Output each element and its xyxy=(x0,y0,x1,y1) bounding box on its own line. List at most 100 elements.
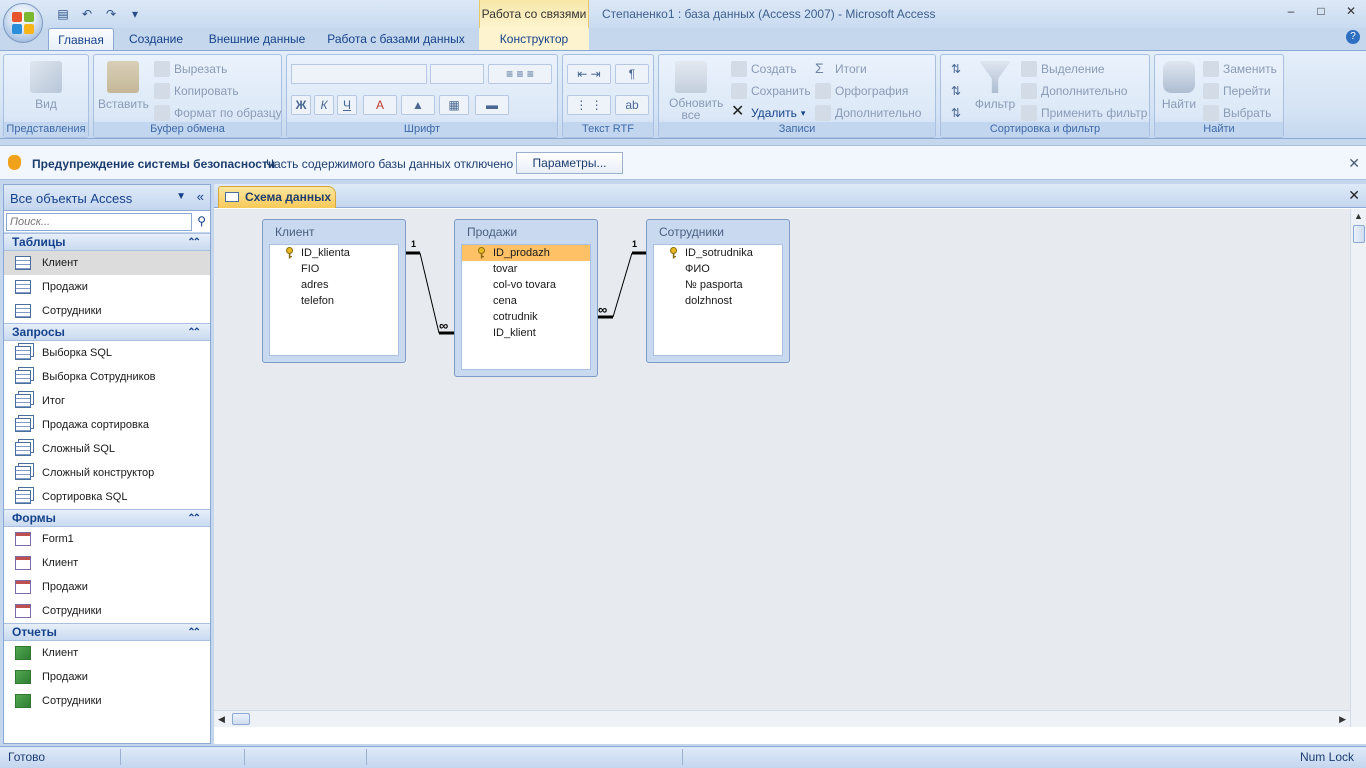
save-icon[interactable]: ▤ xyxy=(54,5,72,23)
close-button[interactable]: ✕ xyxy=(1336,0,1366,22)
field-row[interactable]: col-vo tovara xyxy=(462,277,590,293)
scroll-thumb[interactable] xyxy=(1353,225,1365,243)
goto-button[interactable]: Перейти xyxy=(1203,83,1271,99)
field-row[interactable]: adres xyxy=(270,277,398,293)
align-buttons[interactable]: ≡ ≡ ≡ xyxy=(488,64,552,84)
bold-button[interactable]: Ж xyxy=(291,95,311,115)
highlight-icon[interactable]: ab xyxy=(615,95,649,115)
collapse-pane-icon[interactable]: « xyxy=(197,189,204,204)
find-button[interactable]: Найти xyxy=(1157,61,1201,111)
paragraph-icon[interactable]: ¶ xyxy=(615,64,649,84)
minimize-button[interactable]: – xyxy=(1276,0,1306,22)
scroll-left-icon[interactable]: ◀ xyxy=(218,714,225,725)
spelling-button[interactable]: Орфография xyxy=(815,83,908,99)
tab-create[interactable]: Создание xyxy=(122,28,190,50)
options-button[interactable]: Параметры... xyxy=(516,152,623,174)
nav-item[interactable]: Сотрудники xyxy=(4,299,210,323)
view-button[interactable]: Вид xyxy=(22,61,70,111)
relationships-canvas[interactable]: 1 ∞ 1 ∞ Клиент ID_klienta FIO adres tele… xyxy=(214,209,1350,727)
table-box-sotrudniki[interactable]: Сотрудники ID_sotrudnika ФИО № pasporta … xyxy=(646,219,790,363)
chevron-up-icon[interactable]: ⌃⌃ xyxy=(187,624,201,641)
delete-record-button[interactable]: ✕ Удалить ▾ xyxy=(731,104,805,121)
totals-button[interactable]: Σ Итоги xyxy=(815,61,867,77)
chevron-up-icon[interactable]: ⌃⌃ xyxy=(187,510,201,527)
indent-buttons[interactable]: ⇤ ⇥ xyxy=(567,64,611,84)
gridlines-button[interactable]: ▦ xyxy=(439,95,469,115)
redo-icon[interactable]: ↷ xyxy=(102,5,120,23)
new-record-button[interactable]: Создать xyxy=(731,61,797,77)
clear-sort-icon[interactable]: ⇅ xyxy=(945,103,967,123)
select-button[interactable]: Выбрать xyxy=(1203,105,1271,121)
chevron-up-icon[interactable]: ⌃⌃ xyxy=(187,234,201,251)
table-box-prodazhi[interactable]: Продажи ID_prodazh tovar col-vo tovara c… xyxy=(454,219,598,377)
nav-item[interactable]: Итог xyxy=(4,389,210,413)
field-row[interactable]: ID_prodazh xyxy=(462,245,590,261)
table-box-klient[interactable]: Клиент ID_klienta FIO adres telefon xyxy=(262,219,406,363)
copy-button[interactable]: Копировать xyxy=(154,83,239,99)
tab-design[interactable]: Конструктор xyxy=(479,28,589,50)
advanced-filter-button[interactable]: Дополнительно xyxy=(1021,83,1127,99)
save-record-button[interactable]: Сохранить xyxy=(731,83,811,99)
replace-button[interactable]: Заменить xyxy=(1203,61,1277,77)
search-icon[interactable]: ⚲ xyxy=(197,214,206,228)
scroll-thumb[interactable] xyxy=(232,713,250,725)
customize-qat-icon[interactable]: ▾ xyxy=(126,5,144,23)
nav-item[interactable]: Продажи xyxy=(4,275,210,299)
search-input[interactable] xyxy=(6,213,192,231)
nav-item[interactable]: Клиент xyxy=(4,551,210,575)
toggle-filter-button[interactable]: Применить фильтр xyxy=(1021,105,1147,121)
more-records-button[interactable]: Дополнительно xyxy=(815,105,921,121)
vertical-scrollbar[interactable]: ▲ xyxy=(1350,209,1366,727)
nav-section-header[interactable]: Отчеты ⌃⌃ xyxy=(4,623,210,641)
field-row[interactable]: ФИО xyxy=(654,261,782,277)
nav-section-header[interactable]: Запросы ⌃⌃ xyxy=(4,323,210,341)
field-row[interactable]: cena xyxy=(462,293,590,309)
nav-section-header[interactable]: Формы ⌃⌃ xyxy=(4,509,210,527)
scroll-up-icon[interactable]: ▲ xyxy=(1354,211,1363,221)
nav-item[interactable]: Сложный SQL xyxy=(4,437,210,461)
field-row[interactable]: ID_klient xyxy=(462,325,590,341)
sort-ascending-icon[interactable]: ⇅ xyxy=(945,59,967,79)
nav-item[interactable]: Выборка SQL xyxy=(4,341,210,365)
nav-item[interactable]: Продажи xyxy=(4,665,210,689)
tab-database-tools[interactable]: Работа с базами данных xyxy=(322,28,470,50)
selection-filter-button[interactable]: Выделение xyxy=(1021,61,1105,77)
field-row[interactable]: telefon xyxy=(270,293,398,309)
horizontal-scrollbar[interactable]: ◀ ▶ xyxy=(214,710,1350,727)
help-icon[interactable]: ? xyxy=(1346,30,1360,44)
nav-item[interactable]: Form1 xyxy=(4,527,210,551)
close-icon[interactable]: ✕ xyxy=(1348,155,1360,172)
underline-button[interactable]: Ч xyxy=(337,95,357,115)
font-name-select[interactable] xyxy=(291,64,427,84)
chevron-up-icon[interactable]: ⌃⌃ xyxy=(187,324,201,341)
sort-descending-icon[interactable]: ⇅ xyxy=(945,81,967,101)
field-row[interactable]: dolzhnost xyxy=(654,293,782,309)
format-painter-button[interactable]: Формат по образцу xyxy=(154,105,282,121)
field-row[interactable]: tovar xyxy=(462,261,590,277)
list-buttons[interactable]: ⋮ ⋮ xyxy=(567,95,611,115)
nav-item[interactable]: Продажи xyxy=(4,575,210,599)
alt-fill-button[interactable]: ▬ xyxy=(475,95,509,115)
cut-button[interactable]: Вырезать xyxy=(154,61,227,77)
tab-home[interactable]: Главная xyxy=(48,28,114,50)
field-row[interactable]: FIO xyxy=(270,261,398,277)
nav-pane-header[interactable]: Все объекты Access ▼ « xyxy=(4,185,210,211)
italic-button[interactable]: К xyxy=(314,95,334,115)
nav-item[interactable]: Клиент xyxy=(4,641,210,665)
nav-item[interactable]: Сложный конструктор xyxy=(4,461,210,485)
filter-button[interactable]: Фильтр xyxy=(971,61,1019,111)
field-row[interactable]: ID_klienta xyxy=(270,245,398,261)
field-row[interactable]: ID_sotrudnika xyxy=(654,245,782,261)
nav-item[interactable]: Сотрудники xyxy=(4,689,210,713)
nav-item[interactable]: Клиент xyxy=(4,251,210,275)
nav-item[interactable]: Выборка Сотрудников xyxy=(4,365,210,389)
office-button[interactable] xyxy=(3,3,43,43)
chevron-down-icon[interactable]: ▼ xyxy=(176,191,186,202)
fill-color-button[interactable]: ▲ xyxy=(401,95,435,115)
field-row[interactable]: № pasporta xyxy=(654,277,782,293)
font-size-select[interactable] xyxy=(430,64,484,84)
tab-relationships[interactable]: Схема данных xyxy=(218,186,336,208)
tab-external-data[interactable]: Внешние данные xyxy=(200,28,314,50)
font-color-button[interactable]: A xyxy=(363,95,397,115)
nav-section-header[interactable]: Таблицы ⌃⌃ xyxy=(4,233,210,251)
